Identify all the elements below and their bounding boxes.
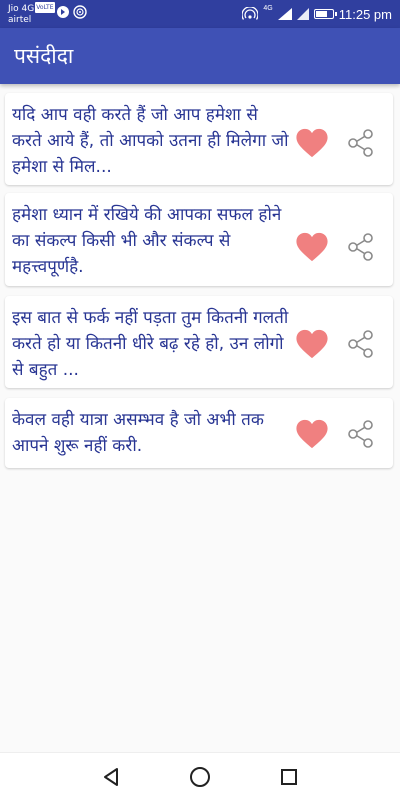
share-button[interactable] — [345, 127, 377, 159]
quote-card[interactable]: यदि आप वही करते हैं जो आप हमेशा से करते … — [5, 93, 393, 185]
status-time: 11:25 pm — [338, 6, 392, 22]
heart-icon — [296, 419, 328, 449]
status-bar: Jio 4G VoLTE airtel 4G 11:25 pm — [0, 0, 400, 28]
cast-icon — [73, 5, 87, 19]
quote-text[interactable]: केवल वही यात्रा असम्भव है जो अभी तक आपने… — [12, 407, 292, 459]
signal-icon — [277, 8, 292, 20]
share-icon — [348, 233, 373, 261]
network-type: 4G — [263, 5, 273, 12]
page-title: पसंदीदा — [14, 44, 74, 68]
notification-icons — [56, 4, 88, 23]
recents-square-icon — [281, 769, 297, 785]
favorite-button[interactable] — [295, 231, 329, 263]
quote-card[interactable]: इस बात से फर्क नहीं पड़ता तुम कितनी गलती… — [5, 296, 393, 388]
heart-icon — [296, 329, 328, 359]
app-bar: पसंदीदा — [0, 28, 400, 84]
quote-text[interactable]: यदि आप वही करते हैं जो आप हमेशा से करते … — [12, 102, 292, 180]
status-right: 4G 11:25 pm — [242, 5, 392, 23]
home-circle-icon — [190, 767, 210, 787]
favorite-button[interactable] — [295, 328, 329, 360]
share-button[interactable] — [345, 418, 377, 450]
quote-card[interactable]: केवल वही यात्रा असम्भव है जो अभी तक आपने… — [5, 398, 393, 468]
battery-fill — [315, 11, 327, 17]
battery-icon — [313, 9, 337, 19]
carrier-secondary: airtel — [8, 15, 32, 25]
back-button[interactable] — [100, 765, 124, 789]
heart-icon — [296, 128, 328, 158]
home-button[interactable] — [188, 765, 212, 789]
favorite-button[interactable] — [295, 127, 329, 159]
recents-button[interactable] — [277, 765, 301, 789]
carrier-primary: Jio 4G — [8, 4, 35, 14]
wifi-hotspot-icon — [242, 7, 259, 20]
carrier-info: Jio 4G VoLTE airtel — [8, 2, 55, 26]
share-button[interactable] — [345, 328, 377, 360]
signal-secondary-icon — [296, 8, 309, 20]
share-button[interactable] — [345, 231, 377, 263]
favorite-button[interactable] — [295, 418, 329, 450]
back-triangle-icon — [104, 768, 118, 786]
volte-badge: VoLTE — [35, 2, 55, 13]
quote-text[interactable]: इस बात से फर्क नहीं पड़ता तुम कितनी गलती… — [12, 305, 292, 383]
system-navigation-bar — [0, 752, 400, 800]
quote-text[interactable]: हमेशा ध्यान में रखिये की आपका सफल होने क… — [12, 202, 292, 280]
share-icon — [348, 330, 373, 358]
share-icon — [348, 420, 373, 448]
quote-card[interactable]: हमेशा ध्यान में रखिये की आपका सफल होने क… — [5, 193, 393, 286]
sync-icon — [57, 6, 69, 18]
share-icon — [348, 129, 373, 157]
heart-icon — [296, 232, 328, 262]
